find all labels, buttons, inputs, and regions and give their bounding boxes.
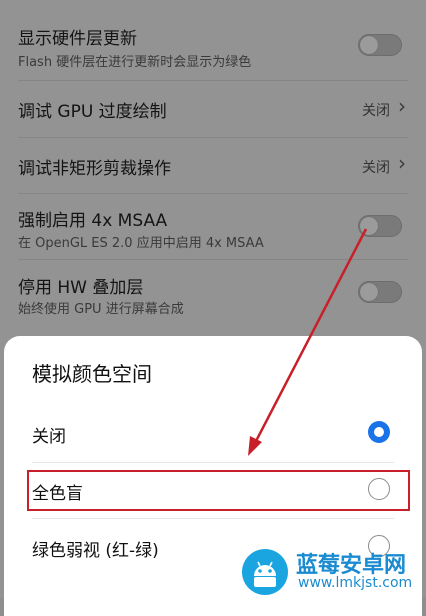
android-logo-icon [242, 549, 288, 595]
toggle-knob [360, 283, 378, 301]
setting-title: 调试非矩形剪裁操作 [18, 159, 171, 179]
toggle-knob [360, 217, 378, 235]
setting-force-4x-msaa[interactable]: 强制启用 4x MSAA 在 OpenGL ES 2.0 应用中启用 4x MS… [0, 194, 426, 258]
setting-title: 显示硬件层更新 [18, 29, 137, 49]
setting-title: 强制启用 4x MSAA [18, 211, 168, 231]
option-label: 绿色弱视 (红-绿) [32, 541, 159, 561]
highlight-box [27, 470, 410, 511]
setting-value: 关闭 [362, 160, 390, 176]
option-label: 关闭 [32, 427, 66, 447]
chevron-right-icon: › [398, 151, 406, 175]
option-off[interactable]: 关闭 [4, 405, 422, 461]
hw-layer-updates-toggle[interactable] [358, 34, 402, 56]
setting-subtitle: Flash 硬件层在进行更新时会显示为绿色 [18, 55, 252, 70]
toggle-knob [360, 36, 378, 54]
dialog-title: 模拟颜色空间 [32, 362, 152, 386]
setting-subtitle: 始终使用 GPU 进行屏幕合成 [18, 302, 184, 317]
radio-selected-icon[interactable] [368, 421, 390, 443]
chevron-right-icon: › [398, 94, 406, 118]
setting-subtitle: 在 OpenGL ES 2.0 应用中启用 4x MSAA [18, 236, 264, 251]
setting-title: 调试 GPU 过度绘制 [18, 102, 167, 122]
force-4x-msaa-toggle[interactable] [358, 215, 402, 237]
setting-disable-hw-overlays[interactable]: 停用 HW 叠加层 始终使用 GPU 进行屏幕合成 [0, 260, 426, 326]
disable-hw-overlays-toggle[interactable] [358, 281, 402, 303]
setting-title: 停用 HW 叠加层 [18, 278, 144, 298]
setting-value: 关闭 [362, 103, 390, 119]
setting-debug-gpu-overdraw[interactable]: 调试 GPU 过度绘制 关闭 › [0, 81, 426, 135]
setting-show-hw-layer-updates[interactable]: 显示硬件层更新 Flash 硬件层在进行更新时会显示为绿色 [0, 14, 426, 80]
setting-debug-non-rect-clip[interactable]: 调试非矩形剪裁操作 关闭 › [0, 138, 426, 192]
watermark-url: www.lmkjst.com [298, 575, 413, 591]
watermark: 蓝莓安卓网 www.lmkjst.com [238, 543, 426, 598]
